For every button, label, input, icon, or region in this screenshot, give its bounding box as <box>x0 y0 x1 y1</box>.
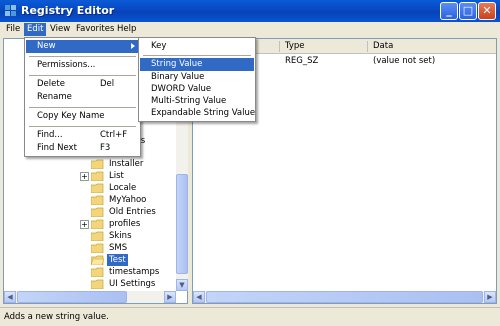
folder-icon <box>91 279 104 289</box>
minimize-button[interactable]: _ <box>440 2 458 20</box>
menu-item-rename[interactable]: Rename <box>26 91 139 104</box>
scroll-thumb[interactable] <box>206 291 483 303</box>
tree-item-label: timestamps <box>109 267 160 277</box>
tree-item-label: Old Entries <box>109 207 156 217</box>
folder-icon <box>91 267 104 277</box>
menu-separator <box>143 55 251 56</box>
value-data: (value not set) <box>373 56 436 66</box>
folder-icon <box>91 231 104 241</box>
tree-item-label: Locale <box>109 183 137 193</box>
tree-item-label: Installer <box>109 159 144 169</box>
value-type: REG_SZ <box>285 56 319 66</box>
tree-item-label: Skins <box>109 231 132 241</box>
menu-separator <box>29 56 136 57</box>
registry-editor-icon <box>5 5 16 16</box>
folder-icon <box>91 243 104 253</box>
folder-icon <box>91 195 104 205</box>
expand-toggle[interactable]: + <box>80 172 89 181</box>
menu-item-find-next[interactable]: Find Next F3 <box>26 142 139 155</box>
maximize-button[interactable]: □ <box>459 2 477 20</box>
menu-bar: File Edit View Favorites Help <box>0 22 500 37</box>
menu-edit[interactable]: Edit <box>24 23 47 36</box>
scroll-right-button[interactable]: ▶ <box>484 291 496 303</box>
scroll-left-button[interactable]: ◀ <box>193 291 205 303</box>
tree-item-label: UI Settings <box>109 279 156 289</box>
edit-menu: New Permissions... Delete Del Rename Cop… <box>24 37 141 157</box>
values-horizontal-scrollbar[interactable]: ◀ ▶ <box>193 291 496 303</box>
column-separator[interactable] <box>279 41 280 52</box>
menu-item-find[interactable]: Find... Ctrl+F <box>26 129 139 142</box>
menu-file[interactable]: File <box>3 23 23 36</box>
menu-item-delete[interactable]: Delete Del <box>26 78 139 91</box>
column-separator[interactable] <box>367 41 368 52</box>
folder-icon <box>91 183 104 193</box>
menu-item-permissions[interactable]: Permissions... <box>26 59 139 72</box>
menu-view[interactable]: View <box>47 23 73 36</box>
menu-item-new[interactable]: New <box>26 40 139 53</box>
open-folder-icon <box>91 255 104 265</box>
status-bar: Adds a new string value. <box>0 307 500 326</box>
tree-item-label: List <box>109 171 124 181</box>
tree-item-label: SMS <box>109 243 128 253</box>
scroll-down-button[interactable]: ▼ <box>176 279 188 291</box>
title-bar: Registry Editor _ □ ✕ <box>0 0 500 22</box>
close-button[interactable]: ✕ <box>478 2 496 20</box>
tree-horizontal-scrollbar[interactable]: ◀ ▶ <box>4 291 176 303</box>
tree-item-label: MyYahoo <box>109 195 147 205</box>
column-header-type[interactable]: Type <box>285 41 305 51</box>
scroll-thumb[interactable] <box>176 174 188 274</box>
window-title: Registry Editor <box>21 4 115 17</box>
scroll-thumb[interactable] <box>17 291 127 303</box>
tree-item-label: profiles <box>109 219 141 229</box>
menu-separator <box>29 126 136 127</box>
menu-item-copy-key-name[interactable]: Copy Key Name <box>26 110 139 123</box>
folder-icon <box>91 219 104 229</box>
menu-separator <box>29 107 136 108</box>
menu-help[interactable]: Help <box>114 23 139 36</box>
expand-toggle[interactable]: + <box>80 220 89 229</box>
menu-item-expandable-string-value[interactable]: Expandable String Value <box>140 107 255 120</box>
status-text: Adds a new string value. <box>4 312 109 322</box>
menu-item-key[interactable]: Key <box>140 40 254 53</box>
tree-item-label: Test <box>107 254 128 266</box>
menu-favorites[interactable]: Favorites <box>73 23 117 36</box>
scroll-right-button[interactable]: ▶ <box>164 291 176 303</box>
folder-icon <box>91 159 104 169</box>
column-header-data[interactable]: Data <box>373 41 393 51</box>
folder-icon <box>91 207 104 217</box>
new-submenu: Key String Value Binary Value DWORD Valu… <box>138 37 256 122</box>
menu-separator <box>29 75 136 76</box>
scroll-left-button[interactable]: ◀ <box>4 291 16 303</box>
folder-icon <box>91 171 104 181</box>
menu-item-string-value[interactable]: String Value <box>140 58 254 71</box>
submenu-arrow-icon <box>131 43 135 49</box>
